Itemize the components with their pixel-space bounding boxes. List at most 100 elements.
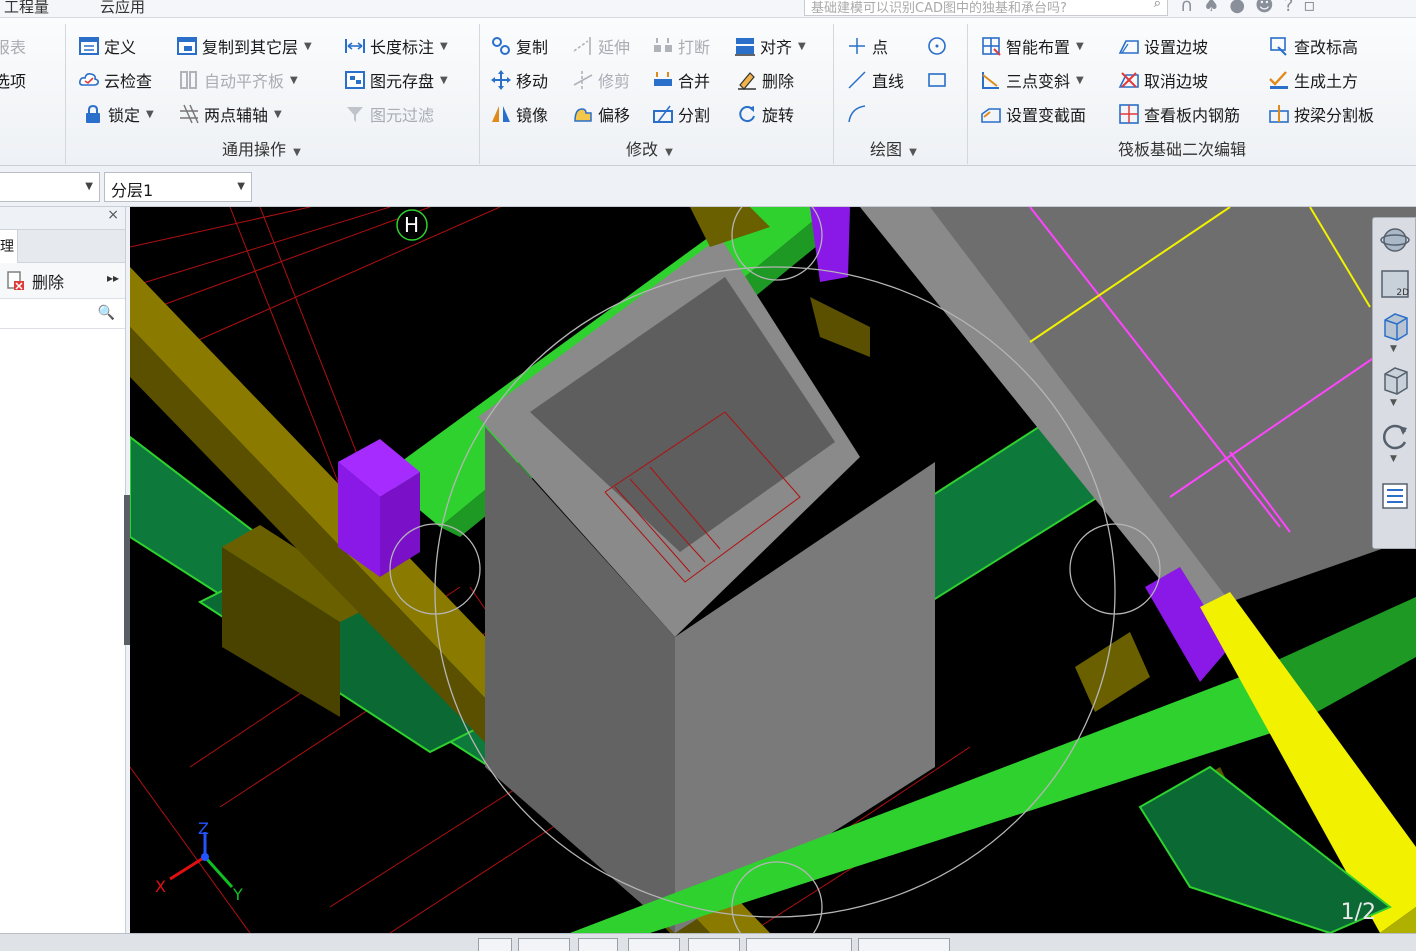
split-label: 分割 <box>678 106 711 125</box>
chat-icon[interactable]: ● <box>1229 0 1245 16</box>
group-draw-label[interactable]: 绘图 ▼ <box>870 136 917 160</box>
merge-button[interactable]: 合并 <box>652 66 710 94</box>
three-point-slope-label: 三点变斜 <box>1006 72 1071 91</box>
panel-search-icon[interactable]: 🔍 <box>98 305 115 321</box>
length-mark-dropdown-icon[interactable]: ▼ <box>440 41 448 52</box>
report-button[interactable]: 报表 <box>0 32 26 60</box>
more-icon[interactable]: ▸▸ <box>107 271 119 285</box>
panel-search-input[interactable]: 🔍 <box>0 299 125 329</box>
headset-icon[interactable]: ∩ <box>1180 0 1193 16</box>
arc-button[interactable] <box>846 100 868 128</box>
sublayer-select[interactable]: 分层1 ▼ <box>104 172 252 202</box>
options-button[interactable]: 选项 <box>0 66 26 94</box>
three-point-slope-dropdown-icon[interactable]: ▼ <box>1076 75 1084 86</box>
circle-button[interactable] <box>926 32 948 60</box>
define-label: 定义 <box>104 38 137 57</box>
3d-viewport[interactable]: H Z X Y 1/2 2D ▼ ▼ ▼ <box>130 207 1416 933</box>
set-section-button[interactable]: 设置变截面 <box>980 100 1086 128</box>
length-mark-button[interactable]: 长度标注 ▼ <box>344 32 448 60</box>
define-button[interactable]: 定义 <box>78 32 136 60</box>
check-elevation-button[interactable]: 查改标高 <box>1268 32 1358 60</box>
search-icon[interactable]: ⌕ <box>1154 0 1161 11</box>
help-icon[interactable]: ? <box>1284 0 1294 16</box>
orbit-icon[interactable] <box>1379 224 1411 256</box>
group-general: 定义 云检查 锁定 ▼ 复制到其它层 ▼ 自动平齐板 ▼ 两点辅轴 ▼ 长度标注 ▼ 图 <box>66 24 480 164</box>
axis-x-label: X <box>155 877 166 896</box>
offset-label: 偏移 <box>598 106 631 125</box>
cancel-slope-button[interactable]: 取消边坡 <box>1118 66 1208 94</box>
axis-label-h: H <box>404 213 420 237</box>
save-element-button[interactable]: 图元存盘 ▼ <box>344 66 448 94</box>
element-filter-button[interactable]: 图元过滤 <box>344 100 434 128</box>
status-bar <box>0 933 1416 951</box>
restore-icon[interactable]: ▫ <box>1303 0 1315 16</box>
3d-scene <box>130 207 1416 933</box>
view-2d-icon[interactable]: 2D <box>1379 268 1411 300</box>
delete-button[interactable]: 删除 <box>736 66 794 94</box>
set-slope-button[interactable]: 设置边坡 <box>1118 32 1208 60</box>
group-modify: 复制 移动 镜像 延伸 修剪 偏移 打断 合并 分割 对齐 ▼ 删除 旋转 修改… <box>480 24 834 164</box>
status-toggle-7[interactable] <box>858 938 950 951</box>
tab-cloud-app[interactable]: 云应用 <box>100 0 145 17</box>
tab-manage[interactable]: 理 <box>0 230 18 263</box>
cube-dropdown-icon[interactable]: ▼ <box>1390 398 1397 408</box>
smart-layout-dropdown-icon[interactable]: ▼ <box>1076 41 1084 52</box>
split-by-beam-label: 按梁分割板 <box>1294 106 1375 125</box>
two-point-axis-button[interactable]: 两点辅轴 ▼ <box>178 100 282 128</box>
mirror-button[interactable]: 镜像 <box>490 100 548 128</box>
panel-delete-button[interactable]: 删除 <box>4 269 64 293</box>
split-by-beam-button[interactable]: 按梁分割板 <box>1268 100 1374 128</box>
auto-flush-dropdown-icon[interactable]: ▼ <box>290 75 298 86</box>
lock-icon <box>82 103 104 125</box>
rectangle-button[interactable] <box>926 66 948 94</box>
cloud-check-button[interactable]: 云检查 <box>78 66 152 94</box>
cube-icon[interactable] <box>1379 364 1411 396</box>
search-input[interactable]: 基础建模可以识别CAD图中的独基和承台吗? ⌕ <box>804 0 1168 16</box>
trim-button[interactable]: 修剪 <box>572 66 630 94</box>
break-button[interactable]: 打断 <box>652 32 710 60</box>
lock-dropdown-icon[interactable]: ▼ <box>146 109 154 120</box>
sublayer-select-value: 分层1 <box>111 181 154 200</box>
rotate-view-icon[interactable] <box>1379 420 1411 452</box>
three-point-slope-button[interactable]: 三点变斜 ▼ <box>980 66 1084 94</box>
layer-bar: ▼ 分层1 ▼ <box>0 167 1416 207</box>
extend-button[interactable]: 延伸 <box>572 32 630 60</box>
view-3d-dropdown-icon[interactable]: ▼ <box>1390 344 1397 354</box>
group-modify-label[interactable]: 修改 ▼ <box>626 136 673 160</box>
lock-button[interactable]: 锁定 ▼ <box>82 100 154 128</box>
generate-earthwork-button[interactable]: 生成土方 <box>1268 66 1358 94</box>
view-3d-icon[interactable] <box>1379 310 1411 342</box>
floor-select[interactable]: ▼ <box>0 172 100 202</box>
two-point-axis-dropdown-icon[interactable]: ▼ <box>274 109 282 120</box>
layer-view-icon[interactable] <box>1379 480 1411 512</box>
status-toggle-2[interactable] <box>518 938 570 951</box>
length-mark-icon <box>344 35 366 57</box>
copy-button[interactable]: 复制 <box>490 32 548 60</box>
status-toggle-4[interactable] <box>628 938 680 951</box>
offset-button[interactable]: 偏移 <box>572 100 630 128</box>
copy-to-layer-button[interactable]: 复制到其它层 ▼ <box>176 32 312 60</box>
move-button[interactable]: 移动 <box>490 66 548 94</box>
align-button[interactable]: 对齐 ▼ <box>734 32 806 60</box>
status-toggle-6[interactable] <box>746 938 852 951</box>
view-rebar-button[interactable]: 查看板内钢筋 <box>1118 100 1240 128</box>
bell-icon[interactable]: ♠ <box>1203 0 1219 16</box>
tab-quantity[interactable]: 工程量 <box>4 0 49 17</box>
copy-to-layer-dropdown-icon[interactable]: ▼ <box>304 41 312 52</box>
point-button[interactable]: 点 <box>846 32 888 60</box>
save-element-dropdown-icon[interactable]: ▼ <box>440 75 448 86</box>
close-icon[interactable]: × <box>107 207 119 223</box>
align-dropdown-icon[interactable]: ▼ <box>798 41 806 52</box>
rotate-button[interactable]: 旋转 <box>736 100 794 128</box>
group-general-label[interactable]: 通用操作 ▼ <box>222 136 301 160</box>
line-button[interactable]: 直线 <box>846 66 904 94</box>
auto-flush-button[interactable]: 自动平齐板 ▼ <box>178 66 298 94</box>
avatar-icon[interactable]: ☻ <box>1255 0 1274 16</box>
status-toggle-1[interactable] <box>478 938 512 951</box>
mirror-label: 镜像 <box>516 106 549 125</box>
rotate-view-dropdown-icon[interactable]: ▼ <box>1390 454 1397 464</box>
split-button[interactable]: 分割 <box>652 100 710 128</box>
smart-layout-button[interactable]: 智能布置 ▼ <box>980 32 1084 60</box>
status-toggle-5[interactable] <box>688 938 740 951</box>
status-toggle-3[interactable] <box>578 938 618 951</box>
